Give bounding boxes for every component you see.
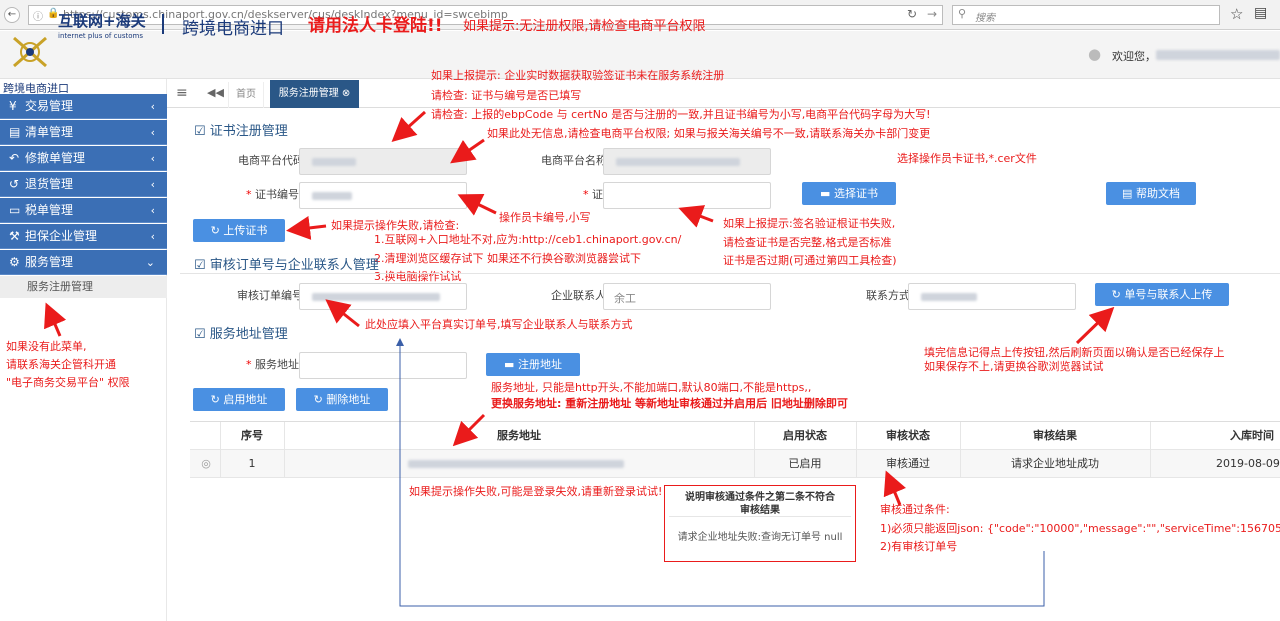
annotation-arrows (44, 110, 1115, 607)
